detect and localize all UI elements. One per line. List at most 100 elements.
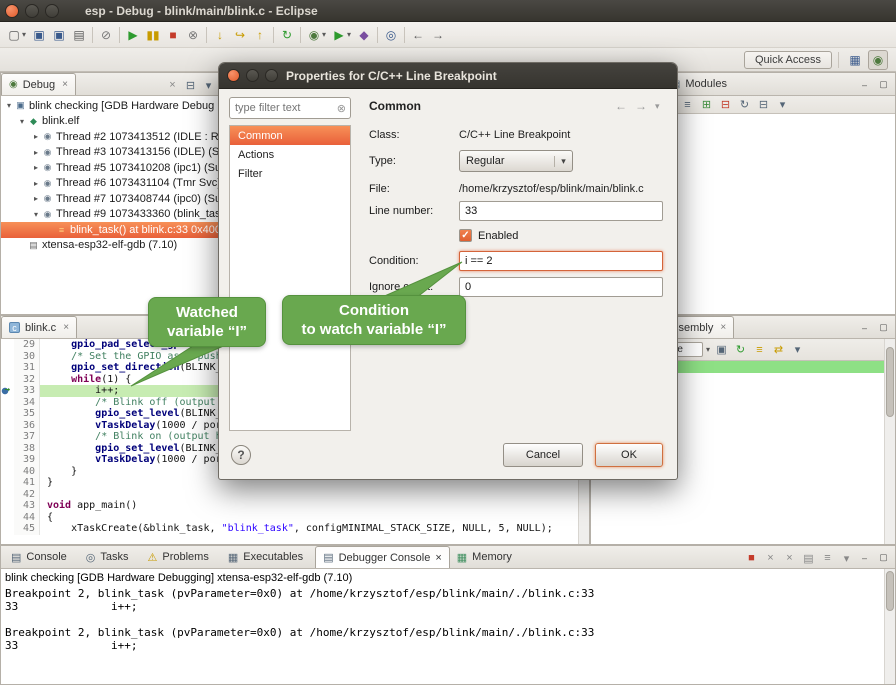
tree-item-launch[interactable]: ▾ ▣ blink checking [GDB Hardware Debug [1,98,221,114]
disassembly-line[interactable]: 400dbc40: call8 0x400dc6c0 <gpio_set_lev… [591,522,895,534]
tree-expand-icon[interactable]: ▸ [31,179,41,188]
enabled-checkbox[interactable]: ✓ [459,229,472,242]
add-register-group-icon[interactable]: ⊞ [698,97,715,113]
forward-icon[interactable]: → [428,25,448,45]
step-return-icon[interactable]: ↑ [250,25,270,45]
minimize-icon[interactable]: ‒ [857,550,872,565]
restart-icon[interactable]: ↻ [277,25,297,45]
code-line[interactable]: 42 [1,489,589,501]
view-menu-icon[interactable]: ▾ [789,342,806,358]
debug-dropdown-icon[interactable]: ▾ [319,25,329,45]
tab-close-icon[interactable]: × [720,322,726,333]
open-perspective-icon[interactable]: ▦ [845,50,865,70]
view-menu-icon[interactable]: ▾ [655,99,660,113]
window-close-icon[interactable] [5,4,19,18]
window-maximize-icon[interactable] [45,4,59,18]
resume-icon[interactable]: ▶ [123,25,143,45]
maximize-icon[interactable]: ▢ [876,77,891,92]
debug-perspective-icon[interactable]: ◉ [868,50,888,70]
tab-debug[interactable]: ◉ Debug × [1,73,76,95]
scrollbar-thumb[interactable] [886,347,894,417]
tree-item-thread-9[interactable]: ▾ ◉ Thread #9 1073433360 (blink_task [1,207,221,223]
terminate-icon[interactable]: ■ [743,550,760,566]
breakpoint-marker-icon[interactable] [1,362,14,374]
help-button[interactable]: ? [231,445,251,465]
code-line[interactable]: 43 void app_main() [1,500,589,512]
refresh-icon[interactable]: ↻ [732,342,749,358]
breakpoint-marker-icon[interactable] [1,408,14,420]
suspend-icon[interactable]: ▮▮ [143,25,163,45]
disassembly-line[interactable]: 38 gpio_set_level(BLINK_GPIO, 1); [591,488,895,500]
search-icon[interactable]: ◎ [381,25,401,45]
tree-item-thread-2[interactable]: ▸ ◉ Thread #2 1073413512 (IDLE : Runn [1,129,221,145]
tree-item-gdb[interactable]: ▤ xtensa-esp32-elf-gdb (7.10) [1,238,221,254]
tree-item-stack-frame[interactable]: ≡ blink_task() at blink.c:33 0x400db [1,222,221,238]
dialog-nav-common[interactable]: Common [230,126,350,145]
breakpoint-marker-icon[interactable] [1,477,14,489]
tree-expand-icon[interactable]: ▾ [4,101,14,110]
dialog-nav-actions[interactable]: Actions [230,145,350,164]
code-line[interactable]: 45 xTaskCreate(&blink_task, "blink_task"… [1,523,589,535]
breakpoint-marker-icon[interactable] [1,420,14,432]
tree-expand-icon[interactable]: ▸ [31,163,41,172]
tab-memory[interactable]: ▦ Memory [450,546,524,568]
tree-item-thread-7[interactable]: ▸ ◉ Thread #7 1073408744 (ipc0) (Susp [1,191,221,207]
disassembly-line[interactable]: 400dbc3c: movi.n a11, 1 [591,499,895,511]
filter-input[interactable] [230,102,337,114]
save-icon[interactable]: ▣ [29,25,49,45]
collapse-all-icon[interactable]: ⊟ [182,77,199,93]
dialog-minimize-icon[interactable] [246,69,259,82]
maximize-icon[interactable]: ▢ [876,320,891,335]
minimize-icon[interactable]: ‒ [857,77,872,92]
scroll-lock-icon[interactable]: ≡ [819,550,836,566]
pin-console-icon[interactable]: ▾ [838,550,855,566]
tree-expand-icon[interactable]: ▸ [31,194,41,203]
tree-expand-icon[interactable]: ▸ [31,148,41,157]
sync-icon[interactable]: ⇄ [770,342,787,358]
breakpoint-marker-icon[interactable] [1,443,14,455]
collapse-all-icon[interactable]: ⊟ [755,97,772,113]
goto-pc-icon[interactable]: ▣ [713,342,730,358]
condition-input[interactable] [459,251,663,271]
breakpoint-marker-icon[interactable] [1,454,14,466]
tab-close-icon[interactable]: × [435,552,441,564]
tab-blink-c[interactable]: c blink.c × [1,316,77,338]
scrollbar-thumb[interactable] [886,571,894,611]
dialog-nav-filter[interactable]: Filter [230,164,350,183]
print-icon[interactable]: ▤ [69,25,89,45]
forward-icon[interactable]: → [635,99,647,113]
type-select[interactable]: Regular ▾ [459,150,573,172]
quick-access-button[interactable]: Quick Access [744,51,832,69]
console-scrollbar[interactable] [884,569,895,685]
disassembly-line[interactable]: 400dbc3e: movi.n a10, 4 [591,511,895,523]
disconnect-icon[interactable]: ⊗ [183,25,203,45]
tree-expand-icon[interactable]: ▾ [31,210,41,219]
tree-item-thread-6[interactable]: ▸ ◉ Thread #6 1073431104 (Tmr Svc) (S [1,176,221,192]
disassembly-scrollbar[interactable] [884,339,895,545]
tab-tasks[interactable]: ◎ Tasks [79,546,141,568]
ok-button[interactable]: OK [595,443,663,467]
tab-console[interactable]: ▤ Console [4,546,79,568]
breakpoint-marker-icon[interactable] [1,489,14,501]
show-type-names-icon[interactable]: ≡ [679,97,696,113]
back-icon[interactable]: ← [615,99,627,113]
step-over-icon[interactable]: ↪ [230,25,250,45]
remove-terminated-icon[interactable]: × [164,77,181,93]
skip-breakpoints-icon[interactable]: ⊘ [96,25,116,45]
minimize-icon[interactable]: ‒ [857,320,872,335]
breakpoint-marker-icon[interactable] [1,374,14,386]
tab-debugger-console[interactable]: ▤ Debugger Console × [315,546,450,568]
tab-close-icon[interactable]: × [63,322,69,333]
clear-filter-icon[interactable]: ⊗ [337,102,350,115]
breakpoint-marker-icon[interactable] [1,397,14,409]
view-menu-icon[interactable]: ▾ [774,97,791,113]
line-number-input[interactable] [459,201,663,221]
breakpoint-marker-icon[interactable] [1,351,14,363]
ignore-count-input[interactable] [459,277,663,297]
remove-all-launches-icon[interactable]: × [781,550,798,566]
location-dropdown-icon[interactable]: ▾ [706,345,710,354]
tab-problems[interactable]: ⚠ Problems [141,546,221,568]
tree-expand-icon[interactable]: ▸ [31,132,41,141]
breakpoint-marker-icon[interactable]: → [1,385,14,397]
maximize-icon[interactable]: ▢ [876,550,891,565]
